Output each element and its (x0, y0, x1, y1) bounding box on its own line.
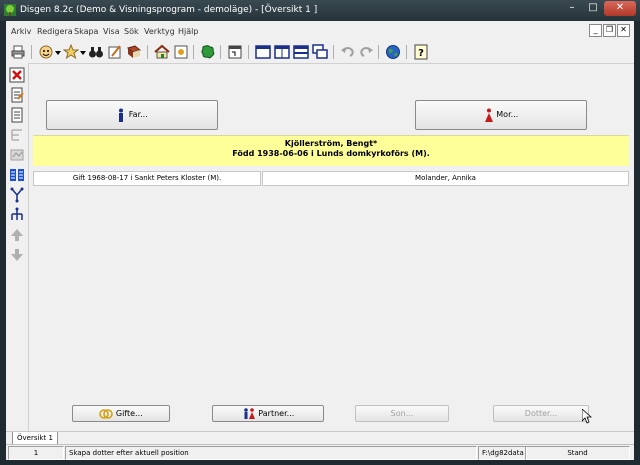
app-tree-icon[interactable] (4, 4, 16, 16)
arrow-down-icon[interactable] (9, 247, 25, 263)
menu-sok[interactable]: Sök (124, 27, 139, 36)
left-toolbar (6, 63, 29, 431)
status-mode: Stand (525, 446, 630, 460)
person-name: Kjöllerström, Bengt* (284, 139, 378, 148)
toolbar-separator (193, 45, 194, 59)
daughter-button[interactable]: Dotter... (493, 405, 589, 422)
close-button[interactable]: ✕ (604, 1, 636, 16)
family-icon[interactable] (9, 167, 25, 183)
window-title: Disgen 8.2c (Demo & Visningsprogram - de… (20, 5, 318, 15)
arrow-up-icon[interactable] (9, 227, 25, 243)
marriages-button[interactable]: Gifte... (72, 405, 170, 422)
partner-label: Partner... (258, 409, 295, 418)
notes-icon[interactable] (107, 44, 123, 60)
edit-icon[interactable] (9, 87, 25, 103)
status-message: Skapa dotter efter aktuell position (65, 446, 477, 460)
redo-icon[interactable] (358, 44, 374, 60)
person-birth: Född 1938-06-06 i Lunds domkyrkoförs (M)… (232, 149, 430, 158)
delete-icon[interactable] (9, 67, 25, 83)
menu-redigera[interactable]: Redigera (37, 27, 73, 36)
person-card[interactable]: Kjöllerström, Bengt* Född 1938-06-06 i L… (33, 135, 629, 166)
mother-button[interactable]: Mor... (415, 100, 587, 130)
status-bar: 1 Skapa dotter efter aktuell position F:… (6, 444, 634, 460)
overview-panel: Far... Mor... Kjöllerström, Bengt* Född … (31, 65, 629, 431)
menu-verktyg[interactable]: Verktyg (144, 27, 175, 36)
dropdown-icon[interactable] (55, 50, 61, 56)
couple-icon (243, 408, 255, 419)
menu-hjalp[interactable]: Hjälp (178, 27, 198, 36)
male-person-icon (119, 108, 124, 122)
status-number: 1 (8, 446, 64, 460)
toolbar-separator (406, 45, 407, 59)
map-icon[interactable] (200, 44, 216, 60)
mdi-controls: _ ❐ ✕ (588, 24, 630, 37)
home-icon[interactable] (154, 44, 170, 60)
cascade-windows-icon[interactable] (312, 44, 328, 60)
chart-icon[interactable] (9, 147, 25, 163)
mdi-restore-button[interactable]: ❐ (603, 24, 616, 37)
mdi-minimize-button[interactable]: _ (589, 24, 602, 37)
main-window: Arkiv Redigera Skapa Visa Sök Verktyg Hj… (6, 21, 634, 460)
maximize-button[interactable]: □ (583, 1, 603, 16)
toolbar-separator (147, 45, 148, 59)
mouse-cursor-icon (582, 409, 592, 424)
menu-bar: Arkiv Redigera Skapa Visa Sök Verktyg Hj… (6, 21, 634, 41)
spouse-cell[interactable]: Molander, Annika (262, 171, 629, 186)
dual-pane-icon[interactable] (293, 44, 309, 60)
toolbar-separator (378, 45, 379, 59)
dropdown-icon[interactable] (80, 50, 86, 56)
status-path: F:\dg82data (478, 446, 527, 460)
minimize-button[interactable]: – (562, 1, 582, 16)
female-person-icon (484, 108, 493, 122)
rings-icon (99, 409, 114, 419)
book-icon[interactable] (126, 44, 142, 60)
binoculars-icon[interactable] (88, 44, 104, 60)
marriage-cell[interactable]: Gift 1968-08-17 i Sankt Peters Kloster (… (33, 171, 261, 186)
person-icon[interactable] (38, 44, 54, 60)
menu-visa[interactable]: Visa (103, 27, 120, 36)
toolbar: ? (6, 41, 634, 64)
toolbar-separator (220, 45, 221, 59)
mother-label: Mor... (496, 110, 519, 119)
title-bar: Disgen 8.2c (Demo & Visningsprogram - de… (0, 0, 640, 21)
partner-button[interactable]: Partner... (212, 405, 324, 422)
ancestors-icon[interactable] (9, 207, 25, 223)
toolbar-separator (333, 45, 334, 59)
svg-text:?: ? (418, 48, 424, 59)
father-button[interactable]: Far... (46, 100, 218, 130)
father-label: Far... (128, 110, 148, 119)
toolbar-separator (248, 45, 249, 59)
globe-icon[interactable] (385, 44, 401, 60)
tree-icon[interactable] (9, 127, 25, 143)
notes-icon[interactable] (173, 44, 189, 60)
document-icon[interactable] (9, 107, 25, 123)
calendar-icon[interactable] (227, 44, 243, 60)
marriages-label: Gifte... (115, 409, 143, 418)
tab-strip: Översikt 1 (6, 431, 634, 445)
print-icon[interactable] (10, 44, 26, 60)
mdi-close-button[interactable]: ✕ (617, 24, 630, 37)
split-pane-icon[interactable] (274, 44, 290, 60)
undo-icon[interactable] (340, 44, 356, 60)
toolbar-separator (31, 45, 32, 59)
help-icon[interactable]: ? (413, 44, 429, 60)
person-search-icon[interactable] (63, 44, 79, 60)
single-pane-icon[interactable] (255, 44, 271, 60)
menu-skapa[interactable]: Skapa (74, 27, 98, 36)
menu-arkiv[interactable]: Arkiv (11, 27, 31, 36)
son-button[interactable]: Son... (355, 405, 449, 422)
descendants-icon[interactable] (9, 187, 25, 203)
